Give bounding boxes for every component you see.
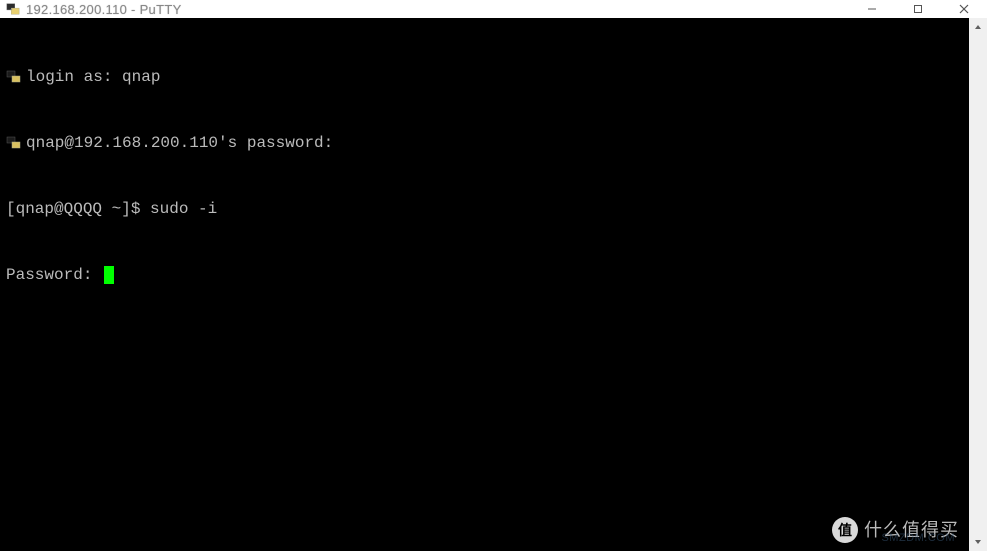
scroll-down-button[interactable] [969,533,987,551]
terminal[interactable]: login as: qnap qnap@192.168.200.110's pa… [0,18,969,551]
terminal-line-sudo-password: Password: [6,264,963,286]
maximize-button[interactable] [895,0,941,18]
close-button[interactable] [941,0,987,18]
shell-command: sudo -i [150,198,217,220]
sudo-password-prompt: Password: [6,264,102,286]
window-title: 192.168.200.110 - PuTTY [26,2,182,17]
window-controls [849,0,987,18]
watermark-badge-icon: 值 [832,517,858,543]
login-prompt-label: login as: [26,66,122,88]
putty-line-icon [6,135,22,151]
login-username: qnap [122,66,160,88]
minimize-button[interactable] [849,0,895,18]
putty-app-icon [6,2,20,16]
shell-prompt: [qnap@QQQQ ~]$ [6,198,150,220]
terminal-cursor [104,266,114,284]
terminal-line-ssh-password: qnap@192.168.200.110's password: [6,132,963,154]
window-titlebar: 192.168.200.110 - PuTTY [0,0,987,18]
watermark-subtext: SMZDM.COM [881,527,955,549]
putty-line-icon [6,69,22,85]
scroll-up-button[interactable] [969,18,987,36]
scroll-track[interactable] [969,36,987,533]
vertical-scrollbar[interactable] [969,18,987,551]
terminal-line-command: [qnap@QQQQ ~]$ sudo -i [6,198,963,220]
ssh-password-prompt: qnap@192.168.200.110's password: [26,132,333,154]
terminal-container: login as: qnap qnap@192.168.200.110's pa… [0,18,987,551]
terminal-line-login: login as: qnap [6,66,963,88]
